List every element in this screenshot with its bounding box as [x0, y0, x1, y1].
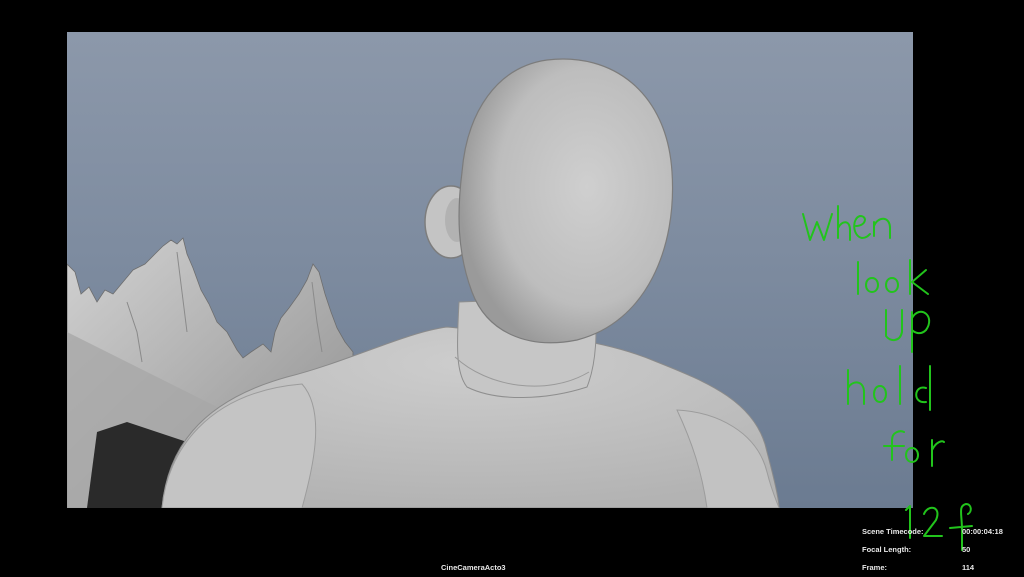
mannequin-body[interactable] — [161, 296, 780, 508]
focal-length-label: Focal Length: — [862, 545, 912, 554]
mannequin-head[interactable] — [424, 58, 674, 344]
focal-length-row: Focal Length: 50 — [862, 545, 970, 554]
focal-length-value: 50 — [962, 545, 971, 554]
scene-timecode-row: Scene Timecode: 00:00:04:18 — [862, 527, 1003, 536]
frame-row: Frame: 114 — [862, 563, 974, 572]
frame-label: Frame: — [862, 563, 888, 572]
frame-value: 114 — [962, 563, 975, 572]
camera-name-label: CineCameraActo3 — [441, 563, 506, 572]
hud-info-panel: Scene Timecode: 00:00:04:18 Focal Length… — [862, 527, 1022, 575]
viewport-scene — [67, 58, 780, 508]
3d-viewport[interactable] — [67, 32, 913, 508]
scene-timecode-value: 00:00:04:18 — [962, 527, 1003, 536]
scene-timecode-label: Scene Timecode: — [862, 527, 924, 536]
